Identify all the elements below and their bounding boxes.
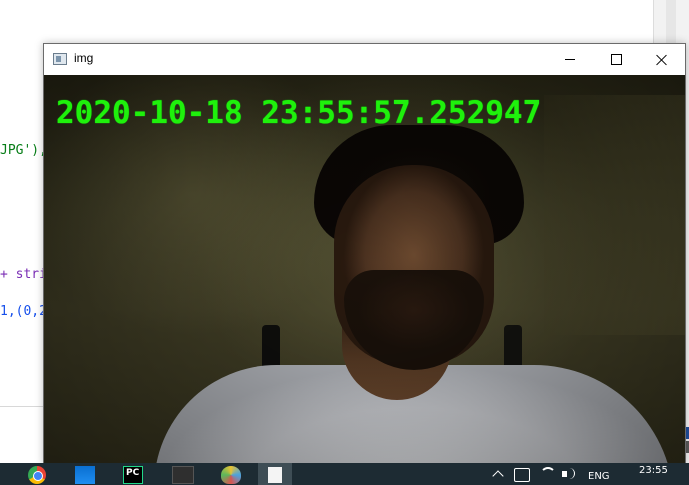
code-token-string: JPG'), [0,143,47,158]
store-icon [75,466,95,484]
window-titlebar[interactable]: img [44,44,685,75]
editor-divider [0,406,44,407]
pycharm-icon: PC [123,466,143,484]
terminal-icon [172,466,194,484]
taskbar: PC ENG 23:55 [0,463,689,485]
minimize-button[interactable] [547,44,593,75]
taskbar-store[interactable] [74,465,96,485]
close-button[interactable] [639,44,685,75]
window-title: img [74,51,94,65]
language-indicator[interactable]: ENG [588,471,610,482]
app-window-icon [53,53,67,65]
close-icon [656,54,668,66]
volume-icon[interactable] [562,468,576,480]
network-icon[interactable] [514,468,530,482]
code-line: JPG'), [0,142,47,160]
code-token-number: 1,(0,2 [0,304,47,319]
taskbar-paint[interactable] [220,465,242,485]
image-window: img 2020-10-18 23:55:57.252947 [43,43,686,465]
timestamp-overlay: 2020-10-18 23:55:57.252947 [56,95,542,131]
taskbar-clock[interactable]: 23:55 [639,465,668,476]
webcam-frame: 2020-10-18 23:55:57.252947 [44,75,685,464]
minimize-icon [565,59,575,60]
taskbar-active-app[interactable] [258,463,292,485]
maximize-button[interactable] [593,44,639,75]
chevron-up-icon[interactable] [492,470,504,482]
taskbar-terminal[interactable] [172,465,194,485]
frame-vignette [44,75,685,464]
taskbar-pycharm[interactable]: PC [122,465,144,485]
file-icon [268,467,282,483]
wifi-icon[interactable] [540,467,556,481]
paint-icon [221,466,241,484]
taskbar-chrome[interactable] [26,465,48,485]
chrome-icon [28,466,46,484]
code-line: 1,(0,2 [0,303,47,321]
maximize-icon [610,54,622,65]
code-line: + stri [0,266,47,284]
code-token-operator: + stri [0,267,47,282]
